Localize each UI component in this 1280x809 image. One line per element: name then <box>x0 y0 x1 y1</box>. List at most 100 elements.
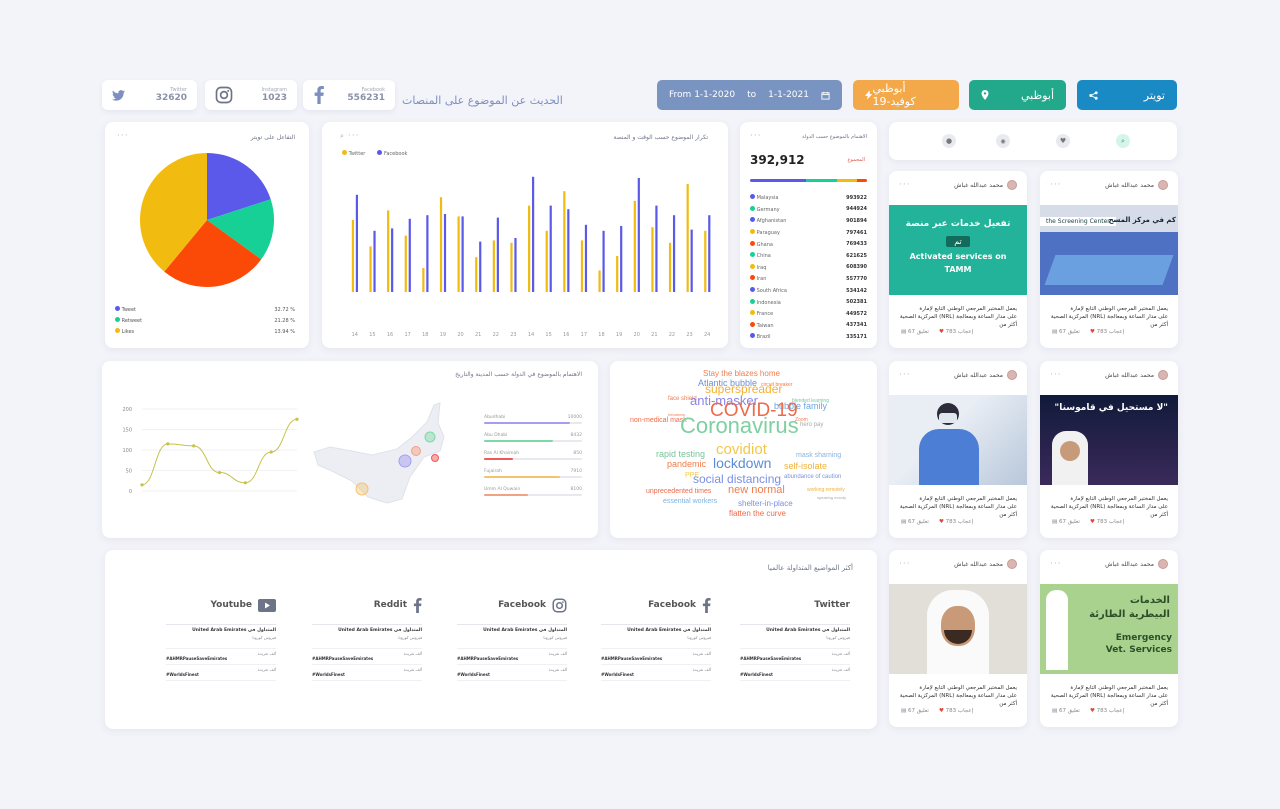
country-row[interactable]: France 449572 <box>750 308 867 320</box>
search-icon[interactable]: ⌕ <box>1116 134 1130 148</box>
trending-row[interactable]: ألف تغريدة #WorldsFinest <box>312 665 422 681</box>
vet-services-banner[interactable]: الخدمات البيطرية الطارئة Emergency Vet. Ser… <box>1040 584 1178 674</box>
country-row[interactable]: Iran 557770 <box>750 273 867 285</box>
word-cloud-term[interactable]: hero pay <box>800 422 823 428</box>
sheikh-portrait[interactable]: "لا مستحيل في قاموسنا" <box>1040 395 1178 485</box>
search-icon[interactable]: ⌕ <box>340 132 344 141</box>
word-cloud-term[interactable]: shelter-in-place <box>738 499 793 508</box>
trending-row[interactable]: فيروس كورونا <box>740 633 850 649</box>
trending-row[interactable]: ألف تغريدة #AHMRPauseSaveEmirates <box>601 649 711 665</box>
tamm-banner[interactable]: تفعيل خدمات عبر منصة تم Activated services… <box>889 205 1027 295</box>
word-cloud-term[interactable]: working remotely <box>807 487 845 493</box>
card-menu-icon[interactable]: ··· <box>1050 370 1062 380</box>
likes-count: ♥ 783 إعجاب <box>1089 329 1125 335</box>
trending-row[interactable]: ألف تغريدة #WorldsFinest <box>601 665 711 681</box>
x-tick-label: 16 <box>563 332 569 338</box>
country-row[interactable]: Afghanistan 901894 <box>750 215 867 227</box>
country-row[interactable]: China 621625 <box>750 250 867 262</box>
user-icon[interactable]: ● <box>942 134 956 148</box>
location-filter[interactable]: أبوظبي <box>969 80 1066 110</box>
author[interactable]: محمد عبدالله غباش <box>1105 370 1168 380</box>
country-row[interactable]: Taiwan 437341 <box>750 320 867 332</box>
author[interactable]: محمد عبدالله غباش <box>1105 180 1168 190</box>
word-cloud-term[interactable]: rapid testing <box>656 449 705 459</box>
word-cloud-term[interactable]: Stay the blazes home <box>703 369 780 378</box>
screening-center-photo[interactable]: the Screening Center كم في مركز المسح <box>1040 205 1178 295</box>
word-cloud-term[interactable]: new normal <box>728 484 785 496</box>
location-icon[interactable]: ◉ <box>996 134 1010 148</box>
topic-filter[interactable]: أبوظبي كوفيد-19 <box>853 80 959 110</box>
platform-name: Facebook <box>648 600 696 610</box>
word-cloud-term[interactable]: essential workers <box>663 498 717 505</box>
country-row[interactable]: Indonesia 502381 <box>750 296 867 308</box>
author[interactable]: محمد عبدالله غباش <box>1105 559 1168 569</box>
city-row[interactable]: Abudhabi 10000 <box>484 415 582 424</box>
news-card[interactable]: ··· محمد عبدالله غباش يعمل المختبر المرجع… <box>889 361 1027 538</box>
trending-row[interactable]: ألف تغريدة #AHMRPauseSaveEmirates <box>312 649 422 665</box>
word-cloud-term[interactable]: flatten the curve <box>729 509 786 518</box>
news-card[interactable]: ··· محمد عبدالله غباش يعمل المختبر المرجع… <box>889 550 1027 727</box>
card-menu-icon[interactable]: ··· <box>750 131 762 141</box>
city-row[interactable]: Ras Al Khaimah 850 <box>484 451 582 460</box>
author[interactable]: محمد عبدالله غباش <box>954 559 1017 569</box>
trending-row[interactable]: ألف تغريدة #WorldsFinest <box>457 665 567 681</box>
card-menu-icon[interactable]: ··· <box>899 370 911 380</box>
heart-icon[interactable]: ♥ <box>1056 134 1070 148</box>
card-menu-icon[interactable]: ··· <box>899 559 911 569</box>
twitter-stat[interactable]: Twitter 32620 <box>102 80 197 110</box>
country-row[interactable]: Malaysia 993922 <box>750 192 867 204</box>
word-cloud-term[interactable]: self-isolate <box>784 461 827 471</box>
trending-row[interactable]: فيروس كورونا <box>312 633 422 649</box>
facebook-stat[interactable]: Facebook 556231 <box>303 80 395 110</box>
word-cloud-term[interactable]: speaking moody <box>817 495 846 500</box>
news-card[interactable]: ··· محمد عبدالله غباش تفعيل خدمات عبر منص… <box>889 171 1027 348</box>
word-cloud-term[interactable]: unprecedented times <box>646 488 711 495</box>
trending-row[interactable]: ألف تغريدة #WorldsFinest <box>740 665 850 681</box>
country-row[interactable]: Iraq 608390 <box>750 262 867 274</box>
trending-row[interactable]: فيروس كورونا <box>457 633 567 649</box>
trending-row[interactable]: ألف تغريدة #AHMRPauseSaveEmirates <box>457 649 567 665</box>
country-row[interactable]: South Africa 534142 <box>750 285 867 297</box>
country-row[interactable]: Brazil 335171 <box>750 331 867 343</box>
author[interactable]: محمد عبدالله غباش <box>954 370 1017 380</box>
word-cloud-term[interactable]: lockdown <box>713 455 771 471</box>
city-row[interactable]: Umm Al Quwain 8100 <box>484 487 582 496</box>
word-cloud-term[interactable]: Coronavirus <box>680 413 799 439</box>
trending-row[interactable]: ألف تغريدة #AHMRPauseSaveEmirates <box>166 649 276 665</box>
date-range-picker[interactable]: From 1-1-2020 to 1-1-2021 <box>657 80 842 110</box>
trending-row[interactable]: ألف تغريدة #WorldsFinest <box>166 665 276 681</box>
author-name: محمد عبدالله غباش <box>954 371 1003 379</box>
trending-row[interactable]: ألف تغريدة #AHMRPauseSaveEmirates <box>740 649 850 665</box>
news-card[interactable]: ··· محمد عبدالله غباش the Screening Cente… <box>1040 171 1178 348</box>
legend-dot <box>750 298 755 304</box>
word-cloud-term[interactable]: mask shaming <box>796 452 841 459</box>
news-card[interactable]: ··· محمد عبدالله غباش الخدمات البيطرية الط… <box>1040 550 1178 727</box>
country-row[interactable]: Paraguay 797461 <box>750 227 867 239</box>
map-pin-icon <box>981 90 989 100</box>
country-row[interactable]: Germany 944924 <box>750 204 867 216</box>
instagram-stat[interactable]: Instagram 1023 <box>205 80 297 110</box>
word-cloud-term[interactable]: pandemic <box>667 459 706 469</box>
card-menu-icon[interactable]: ··· <box>117 131 129 141</box>
city-progress <box>484 422 582 424</box>
author[interactable]: محمد عبدالله غباش <box>954 180 1017 190</box>
word-cloud-term[interactable]: non-medical mask <box>630 417 687 424</box>
platform-filter[interactable]: تويتر <box>1077 80 1177 110</box>
trending-row[interactable]: فيروس كورونا <box>166 633 276 649</box>
city-row[interactable]: Abu Dhabi 8432 <box>484 433 582 442</box>
card-menu-icon[interactable]: ··· <box>1050 559 1062 569</box>
trending-row[interactable]: فيروس كورونا <box>601 633 711 649</box>
card-menu-icon[interactable]: ··· <box>348 131 360 141</box>
lab-worker-photo[interactable] <box>889 395 1027 485</box>
bar-facebook <box>532 176 535 292</box>
city-row[interactable]: Fujairah 7910 <box>484 469 582 478</box>
man-portrait[interactable] <box>889 584 1027 674</box>
news-card[interactable]: ··· محمد عبدالله غباش "لا مستحيل في قاموس… <box>1040 361 1178 538</box>
legend-dot <box>342 150 347 155</box>
country-name: Germany <box>756 206 780 213</box>
card-menu-icon[interactable]: ··· <box>1050 180 1062 190</box>
word-cloud-term[interactable]: abundance of caution <box>784 474 841 480</box>
bar-twitter <box>369 246 372 292</box>
card-menu-icon[interactable]: ··· <box>899 180 911 190</box>
country-row[interactable]: Ghana 769433 <box>750 238 867 250</box>
